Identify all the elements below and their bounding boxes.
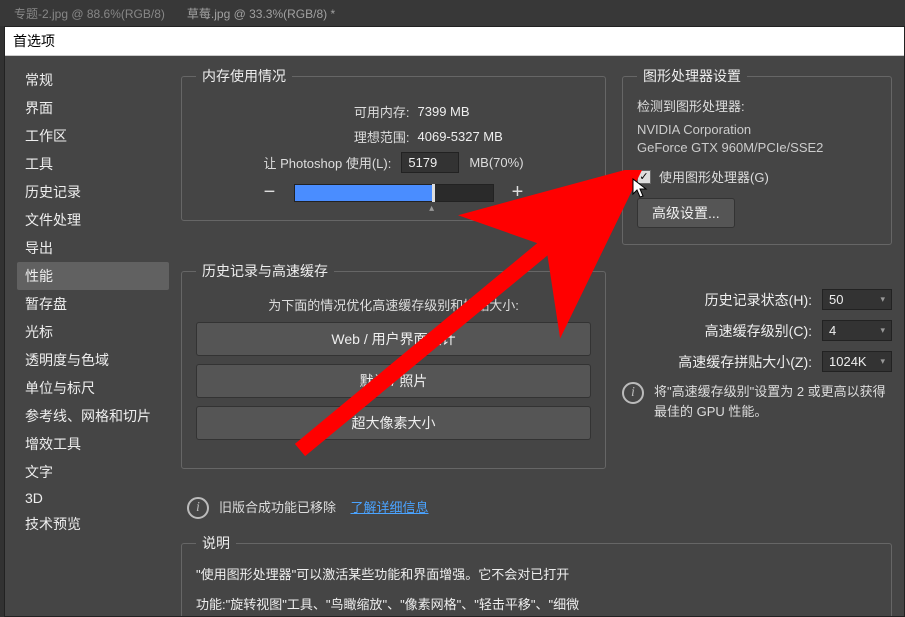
preset-huge-button[interactable]: 超大像素大小 [196, 406, 591, 440]
legacy-removed-text: 旧版合成功能已移除 [219, 500, 336, 515]
chevron-down-icon: ▾ [880, 356, 885, 367]
chevron-down-icon: ▾ [880, 325, 885, 336]
advanced-settings-button[interactable]: 高级设置... [637, 198, 735, 228]
learn-more-link[interactable]: 了解详细信息 [350, 500, 428, 515]
sidebar-item-11[interactable]: 单位与标尺 [17, 374, 169, 402]
history-legend: 历史记录与高速缓存 [196, 261, 334, 281]
sidebar-item-8[interactable]: 暂存盘 [17, 290, 169, 318]
doc-tab-2[interactable]: 草莓.jpg @ 33.3%(RGB/8) * [177, 1, 345, 26]
doc-tab-1[interactable]: 专题-2.jpg @ 88.6%(RGB/8) [4, 1, 175, 26]
available-mem-label: 可用内存: [230, 102, 410, 121]
cache-tile-select[interactable]: 1024K▾ [822, 351, 892, 372]
info-icon: i [187, 497, 209, 519]
cache-tip: 将"高速缓存级别"设置为 2 或更高以获得最佳的 GPU 性能。 [654, 382, 892, 421]
memory-input[interactable] [401, 152, 459, 173]
cache-level-select[interactable]: 4▾ [822, 320, 892, 341]
category-sidebar: 常规界面工作区工具历史记录文件处理导出性能暂存盘光标透明度与色域单位与标尺参考线… [5, 66, 173, 616]
let-ps-use-label: 让 Photoshop 使用(L): [263, 153, 391, 172]
ideal-range-label: 理想范围: [230, 127, 410, 146]
gpu-group: 图形处理器设置 检测到图形处理器: NVIDIA Corporation GeF… [622, 66, 892, 245]
cache-tile-label: 高速缓存拼贴大小(Z): [678, 352, 812, 372]
description-group: 说明 "使用图形处理器"可以激活某些功能和界面增强。它不会对已打开 功能:"旋转… [181, 533, 892, 616]
gpu-model: GeForce GTX 960M/PCIe/SSE2 [637, 139, 877, 157]
gpu-detected-label: 检测到图形处理器: [637, 96, 877, 115]
slider-plus[interactable]: + [508, 181, 528, 204]
sidebar-item-13[interactable]: 增效工具 [17, 430, 169, 458]
memory-legend: 内存使用情况 [196, 66, 292, 86]
document-tabs: 专题-2.jpg @ 88.6%(RGB/8) 草莓.jpg @ 33.3%(R… [0, 0, 905, 26]
history-states-label: 历史记录状态(H): [705, 290, 812, 310]
desc-line-1: "使用图形处理器"可以激活某些功能和界面增强。它不会对已打开 [196, 563, 877, 586]
gpu-vendor: NVIDIA Corporation [637, 121, 877, 139]
sidebar-item-15[interactable]: 3D [17, 486, 169, 510]
sidebar-item-14[interactable]: 文字 [17, 458, 169, 486]
cache-level-label: 高速缓存级别(C): [705, 321, 812, 341]
sidebar-item-16[interactable]: 技术预览 [17, 510, 169, 538]
sidebar-item-0[interactable]: 常规 [17, 66, 169, 94]
available-mem-value: 7399 MB [418, 104, 558, 119]
sidebar-item-1[interactable]: 界面 [17, 94, 169, 122]
gpu-legend: 图形处理器设置 [637, 66, 747, 86]
preferences-dialog: 首选项 常规界面工作区工具历史记录文件处理导出性能暂存盘光标透明度与色域单位与标… [4, 26, 905, 617]
sidebar-item-7[interactable]: 性能 [17, 262, 169, 290]
history-states-select[interactable]: 50▾ [822, 289, 892, 310]
desc-line-2: 功能:"旋转视图"工具、"鸟瞰缩放"、"像素网格"、"轻击平移"、"细微 [196, 593, 877, 616]
sidebar-item-6[interactable]: 导出 [17, 234, 169, 262]
checkbox-icon: ✓ [637, 170, 651, 184]
preset-default-button[interactable]: 默认 / 照片 [196, 364, 591, 398]
use-gpu-checkbox[interactable]: ✓ 使用图形处理器(G) [637, 167, 769, 186]
info-icon: i [622, 382, 644, 404]
memory-slider[interactable]: ▴ [294, 184, 494, 202]
sidebar-item-9[interactable]: 光标 [17, 318, 169, 346]
sidebar-item-12[interactable]: 参考线、网格和切片 [17, 402, 169, 430]
sidebar-item-3[interactable]: 工具 [17, 150, 169, 178]
sidebar-item-4[interactable]: 历史记录 [17, 178, 169, 206]
history-cache-group: 历史记录与高速缓存 为下面的情况优化高速缓存级别和拼贴大小: Web / 用户界… [181, 261, 606, 469]
use-gpu-label: 使用图形处理器(G) [659, 167, 769, 186]
dialog-title: 首选项 [5, 27, 904, 56]
sidebar-item-10[interactable]: 透明度与色域 [17, 346, 169, 374]
memory-group: 内存使用情况 可用内存: 7399 MB 理想范围: 4069-5327 MB … [181, 66, 606, 221]
description-legend: 说明 [196, 533, 236, 553]
sidebar-item-5[interactable]: 文件处理 [17, 206, 169, 234]
memory-unit: MB(70%) [469, 155, 523, 170]
slider-minus[interactable]: − [260, 181, 280, 204]
optimize-label: 为下面的情况优化高速缓存级别和拼贴大小: [196, 295, 591, 314]
ideal-range-value: 4069-5327 MB [418, 129, 558, 144]
preset-web-button[interactable]: Web / 用户界面设计 [196, 322, 591, 356]
chevron-down-icon: ▾ [880, 294, 885, 305]
sidebar-item-2[interactable]: 工作区 [17, 122, 169, 150]
